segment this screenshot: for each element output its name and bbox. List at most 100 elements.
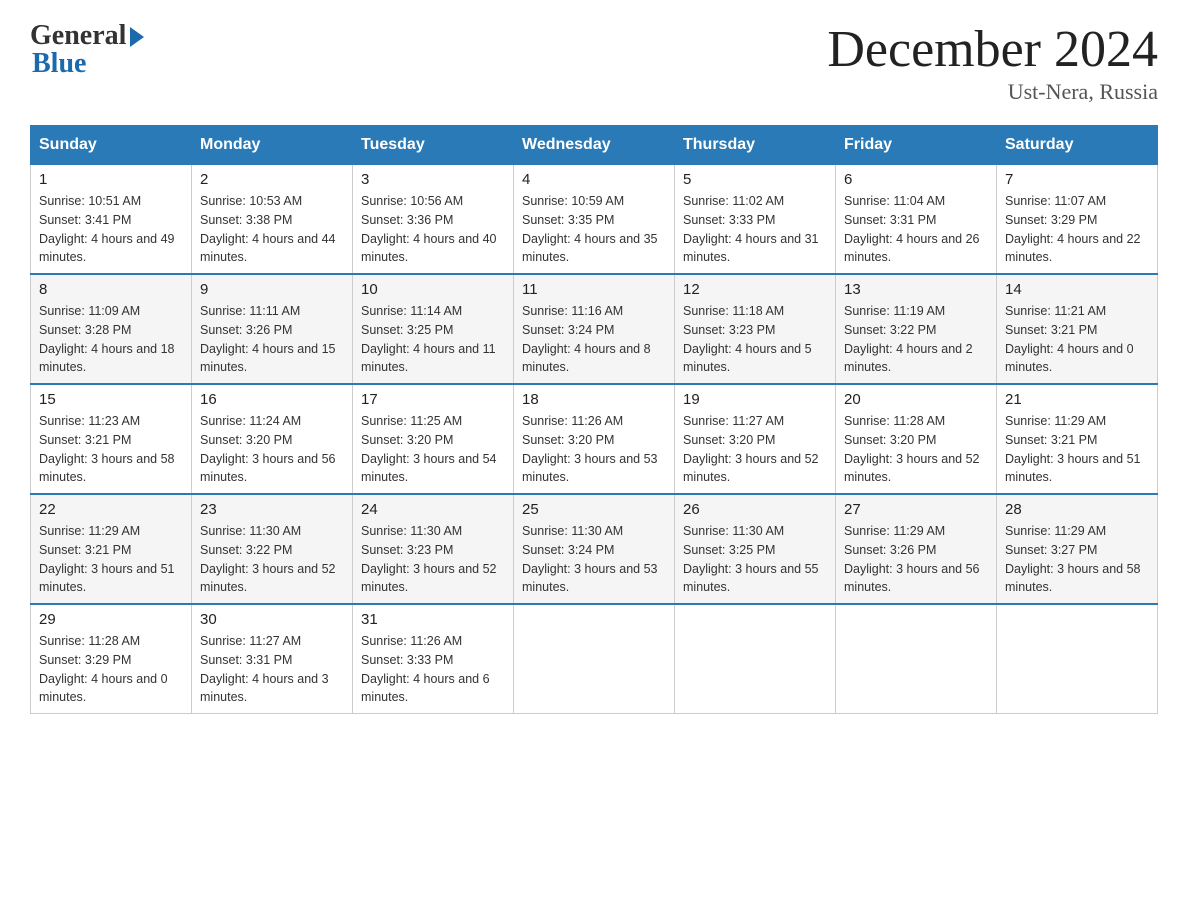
day-number: 26 (683, 501, 827, 518)
day-number: 9 (200, 281, 344, 298)
day-number: 5 (683, 171, 827, 188)
calendar-week-row: 1 Sunrise: 10:51 AMSunset: 3:41 PMDaylig… (31, 165, 1158, 275)
day-info: Sunrise: 11:28 AMSunset: 3:29 PMDaylight… (39, 632, 183, 707)
day-info: Sunrise: 11:26 AMSunset: 3:33 PMDaylight… (361, 632, 505, 707)
calendar-day-cell: 18 Sunrise: 11:26 AMSunset: 3:20 PMDayli… (514, 384, 675, 494)
day-number: 31 (361, 611, 505, 628)
calendar-day-header: Monday (192, 126, 353, 165)
day-number: 22 (39, 501, 183, 518)
day-info: Sunrise: 11:25 AMSunset: 3:20 PMDaylight… (361, 412, 505, 487)
calendar-day-cell: 19 Sunrise: 11:27 AMSunset: 3:20 PMDayli… (675, 384, 836, 494)
day-number: 11 (522, 281, 666, 298)
day-info: Sunrise: 11:26 AMSunset: 3:20 PMDaylight… (522, 412, 666, 487)
day-info: Sunrise: 11:07 AMSunset: 3:29 PMDaylight… (1005, 192, 1149, 267)
day-info: Sunrise: 11:19 AMSunset: 3:22 PMDaylight… (844, 302, 988, 377)
calendar-day-cell (997, 604, 1158, 714)
day-number: 8 (39, 281, 183, 298)
day-info: Sunrise: 11:14 AMSunset: 3:25 PMDaylight… (361, 302, 505, 377)
day-info: Sunrise: 11:29 AMSunset: 3:21 PMDaylight… (1005, 412, 1149, 487)
calendar-day-cell: 4 Sunrise: 10:59 AMSunset: 3:35 PMDaylig… (514, 165, 675, 275)
day-number: 20 (844, 391, 988, 408)
day-number: 12 (683, 281, 827, 298)
day-number: 1 (39, 171, 183, 188)
day-number: 29 (39, 611, 183, 628)
location-title: Ust-Nera, Russia (827, 79, 1158, 105)
month-title: December 2024 (827, 20, 1158, 79)
calendar-day-cell: 1 Sunrise: 10:51 AMSunset: 3:41 PMDaylig… (31, 165, 192, 275)
calendar-day-cell: 15 Sunrise: 11:23 AMSunset: 3:21 PMDayli… (31, 384, 192, 494)
day-number: 18 (522, 391, 666, 408)
day-number: 3 (361, 171, 505, 188)
day-number: 13 (844, 281, 988, 298)
day-info: Sunrise: 11:18 AMSunset: 3:23 PMDaylight… (683, 302, 827, 377)
calendar-day-cell (836, 604, 997, 714)
calendar-day-cell: 9 Sunrise: 11:11 AMSunset: 3:26 PMDaylig… (192, 274, 353, 384)
day-number: 23 (200, 501, 344, 518)
calendar-day-cell: 16 Sunrise: 11:24 AMSunset: 3:20 PMDayli… (192, 384, 353, 494)
calendar-day-cell: 28 Sunrise: 11:29 AMSunset: 3:27 PMDayli… (997, 494, 1158, 604)
day-info: Sunrise: 11:21 AMSunset: 3:21 PMDaylight… (1005, 302, 1149, 377)
day-info: Sunrise: 11:30 AMSunset: 3:22 PMDaylight… (200, 522, 344, 597)
calendar-day-cell: 30 Sunrise: 11:27 AMSunset: 3:31 PMDayli… (192, 604, 353, 714)
day-number: 10 (361, 281, 505, 298)
day-number: 27 (844, 501, 988, 518)
day-info: Sunrise: 11:02 AMSunset: 3:33 PMDaylight… (683, 192, 827, 267)
day-info: Sunrise: 11:30 AMSunset: 3:24 PMDaylight… (522, 522, 666, 597)
day-info: Sunrise: 11:28 AMSunset: 3:20 PMDaylight… (844, 412, 988, 487)
calendar-day-cell: 5 Sunrise: 11:02 AMSunset: 3:33 PMDaylig… (675, 165, 836, 275)
calendar-day-header: Saturday (997, 126, 1158, 165)
day-info: Sunrise: 11:24 AMSunset: 3:20 PMDaylight… (200, 412, 344, 487)
day-number: 28 (1005, 501, 1149, 518)
day-number: 2 (200, 171, 344, 188)
calendar-day-cell: 6 Sunrise: 11:04 AMSunset: 3:31 PMDaylig… (836, 165, 997, 275)
calendar-day-cell: 22 Sunrise: 11:29 AMSunset: 3:21 PMDayli… (31, 494, 192, 604)
calendar-week-row: 15 Sunrise: 11:23 AMSunset: 3:21 PMDayli… (31, 384, 1158, 494)
calendar-day-cell: 23 Sunrise: 11:30 AMSunset: 3:22 PMDayli… (192, 494, 353, 604)
calendar-day-cell: 26 Sunrise: 11:30 AMSunset: 3:25 PMDayli… (675, 494, 836, 604)
calendar-week-row: 29 Sunrise: 11:28 AMSunset: 3:29 PMDayli… (31, 604, 1158, 714)
day-number: 14 (1005, 281, 1149, 298)
calendar-day-cell: 20 Sunrise: 11:28 AMSunset: 3:20 PMDayli… (836, 384, 997, 494)
calendar-day-header: Thursday (675, 126, 836, 165)
day-number: 25 (522, 501, 666, 518)
day-info: Sunrise: 11:29 AMSunset: 3:27 PMDaylight… (1005, 522, 1149, 597)
calendar-table: SundayMondayTuesdayWednesdayThursdayFrid… (30, 125, 1158, 714)
calendar-day-cell: 21 Sunrise: 11:29 AMSunset: 3:21 PMDayli… (997, 384, 1158, 494)
logo-arrow-icon (130, 27, 144, 47)
calendar-day-header: Sunday (31, 126, 192, 165)
calendar-day-cell: 8 Sunrise: 11:09 AMSunset: 3:28 PMDaylig… (31, 274, 192, 384)
calendar-header-row: SundayMondayTuesdayWednesdayThursdayFrid… (31, 126, 1158, 165)
calendar-day-cell: 11 Sunrise: 11:16 AMSunset: 3:24 PMDayli… (514, 274, 675, 384)
day-info: Sunrise: 11:09 AMSunset: 3:28 PMDaylight… (39, 302, 183, 377)
day-info: Sunrise: 10:53 AMSunset: 3:38 PMDaylight… (200, 192, 344, 267)
calendar-day-header: Tuesday (353, 126, 514, 165)
day-info: Sunrise: 11:30 AMSunset: 3:25 PMDaylight… (683, 522, 827, 597)
calendar-day-cell: 29 Sunrise: 11:28 AMSunset: 3:29 PMDayli… (31, 604, 192, 714)
day-info: Sunrise: 10:56 AMSunset: 3:36 PMDaylight… (361, 192, 505, 267)
page-header: General Blue December 2024 Ust-Nera, Rus… (30, 20, 1158, 105)
day-info: Sunrise: 11:27 AMSunset: 3:31 PMDaylight… (200, 632, 344, 707)
day-number: 30 (200, 611, 344, 628)
day-info: Sunrise: 11:04 AMSunset: 3:31 PMDaylight… (844, 192, 988, 267)
calendar-day-header: Wednesday (514, 126, 675, 165)
calendar-day-header: Friday (836, 126, 997, 165)
calendar-day-cell: 14 Sunrise: 11:21 AMSunset: 3:21 PMDayli… (997, 274, 1158, 384)
day-number: 19 (683, 391, 827, 408)
calendar-day-cell: 7 Sunrise: 11:07 AMSunset: 3:29 PMDaylig… (997, 165, 1158, 275)
calendar-day-cell (675, 604, 836, 714)
day-number: 17 (361, 391, 505, 408)
day-number: 6 (844, 171, 988, 188)
day-info: Sunrise: 11:29 AMSunset: 3:21 PMDaylight… (39, 522, 183, 597)
day-info: Sunrise: 11:30 AMSunset: 3:23 PMDaylight… (361, 522, 505, 597)
day-number: 15 (39, 391, 183, 408)
calendar-day-cell: 3 Sunrise: 10:56 AMSunset: 3:36 PMDaylig… (353, 165, 514, 275)
day-info: Sunrise: 11:16 AMSunset: 3:24 PMDaylight… (522, 302, 666, 377)
logo-blue-text: Blue (32, 48, 86, 80)
logo: General Blue (30, 20, 144, 80)
calendar-day-cell: 31 Sunrise: 11:26 AMSunset: 3:33 PMDayli… (353, 604, 514, 714)
calendar-day-cell: 24 Sunrise: 11:30 AMSunset: 3:23 PMDayli… (353, 494, 514, 604)
title-block: December 2024 Ust-Nera, Russia (827, 20, 1158, 105)
calendar-day-cell: 25 Sunrise: 11:30 AMSunset: 3:24 PMDayli… (514, 494, 675, 604)
day-info: Sunrise: 10:51 AMSunset: 3:41 PMDaylight… (39, 192, 183, 267)
calendar-day-cell: 10 Sunrise: 11:14 AMSunset: 3:25 PMDayli… (353, 274, 514, 384)
